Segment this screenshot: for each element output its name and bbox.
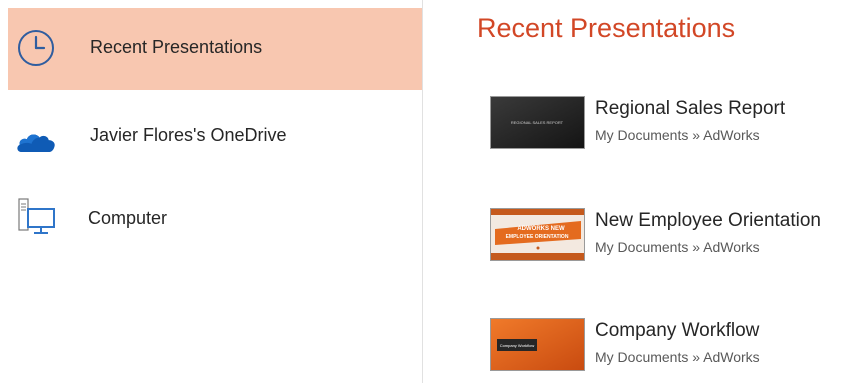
backstage-open-view: Recent Presentations Javier Flores's One… [0,0,865,383]
places-pane: Recent Presentations Javier Flores's One… [0,0,423,383]
recent-files-pane: Recent Presentations REGIONAL SALES REPO… [424,0,865,383]
thumbnail-text: ADWORKS NEW [517,226,565,232]
file-thumbnail: Company Workflow [490,318,585,371]
place-label: Computer [88,208,168,228]
file-path: My Documents » AdWorks [595,239,760,255]
place-computer[interactable]: Computer [8,178,422,260]
recent-file-item[interactable]: REGIONAL SALES REPORT Regional Sales Rep… [489,94,865,154]
thumbnail-text: Company Workflow [500,343,535,348]
place-label: Recent Presentations [90,37,263,57]
clock-icon [18,30,54,66]
file-path: My Documents » AdWorks [595,127,760,143]
file-name: Company Workflow [595,320,760,341]
computer-icon [18,198,55,234]
file-name: New Employee Orientation [595,210,821,231]
place-onedrive[interactable]: Javier Flores's OneDrive [8,96,422,178]
file-path: My Documents » AdWorks [595,349,760,365]
thumbnail-text: EMPLOYEE ORIENTATION [506,234,569,240]
thumbnail-text: REGIONAL SALES REPORT [511,120,564,125]
recent-file-item[interactable]: ADWORKS NEW EMPLOYEE ORIENTATION New Emp… [489,206,865,266]
file-thumbnail: ADWORKS NEW EMPLOYEE ORIENTATION [490,208,585,261]
onedrive-cloud-icon [17,134,55,152]
place-recent-presentations[interactable]: Recent Presentations [8,8,422,90]
file-thumbnail: REGIONAL SALES REPORT [490,96,585,149]
place-label: Javier Flores's OneDrive [90,125,287,145]
page-title: Recent Presentations [477,13,736,43]
recent-file-item[interactable]: Company Workflow Company Workflow My Doc… [489,316,865,376]
file-name: Regional Sales Report [595,98,786,119]
